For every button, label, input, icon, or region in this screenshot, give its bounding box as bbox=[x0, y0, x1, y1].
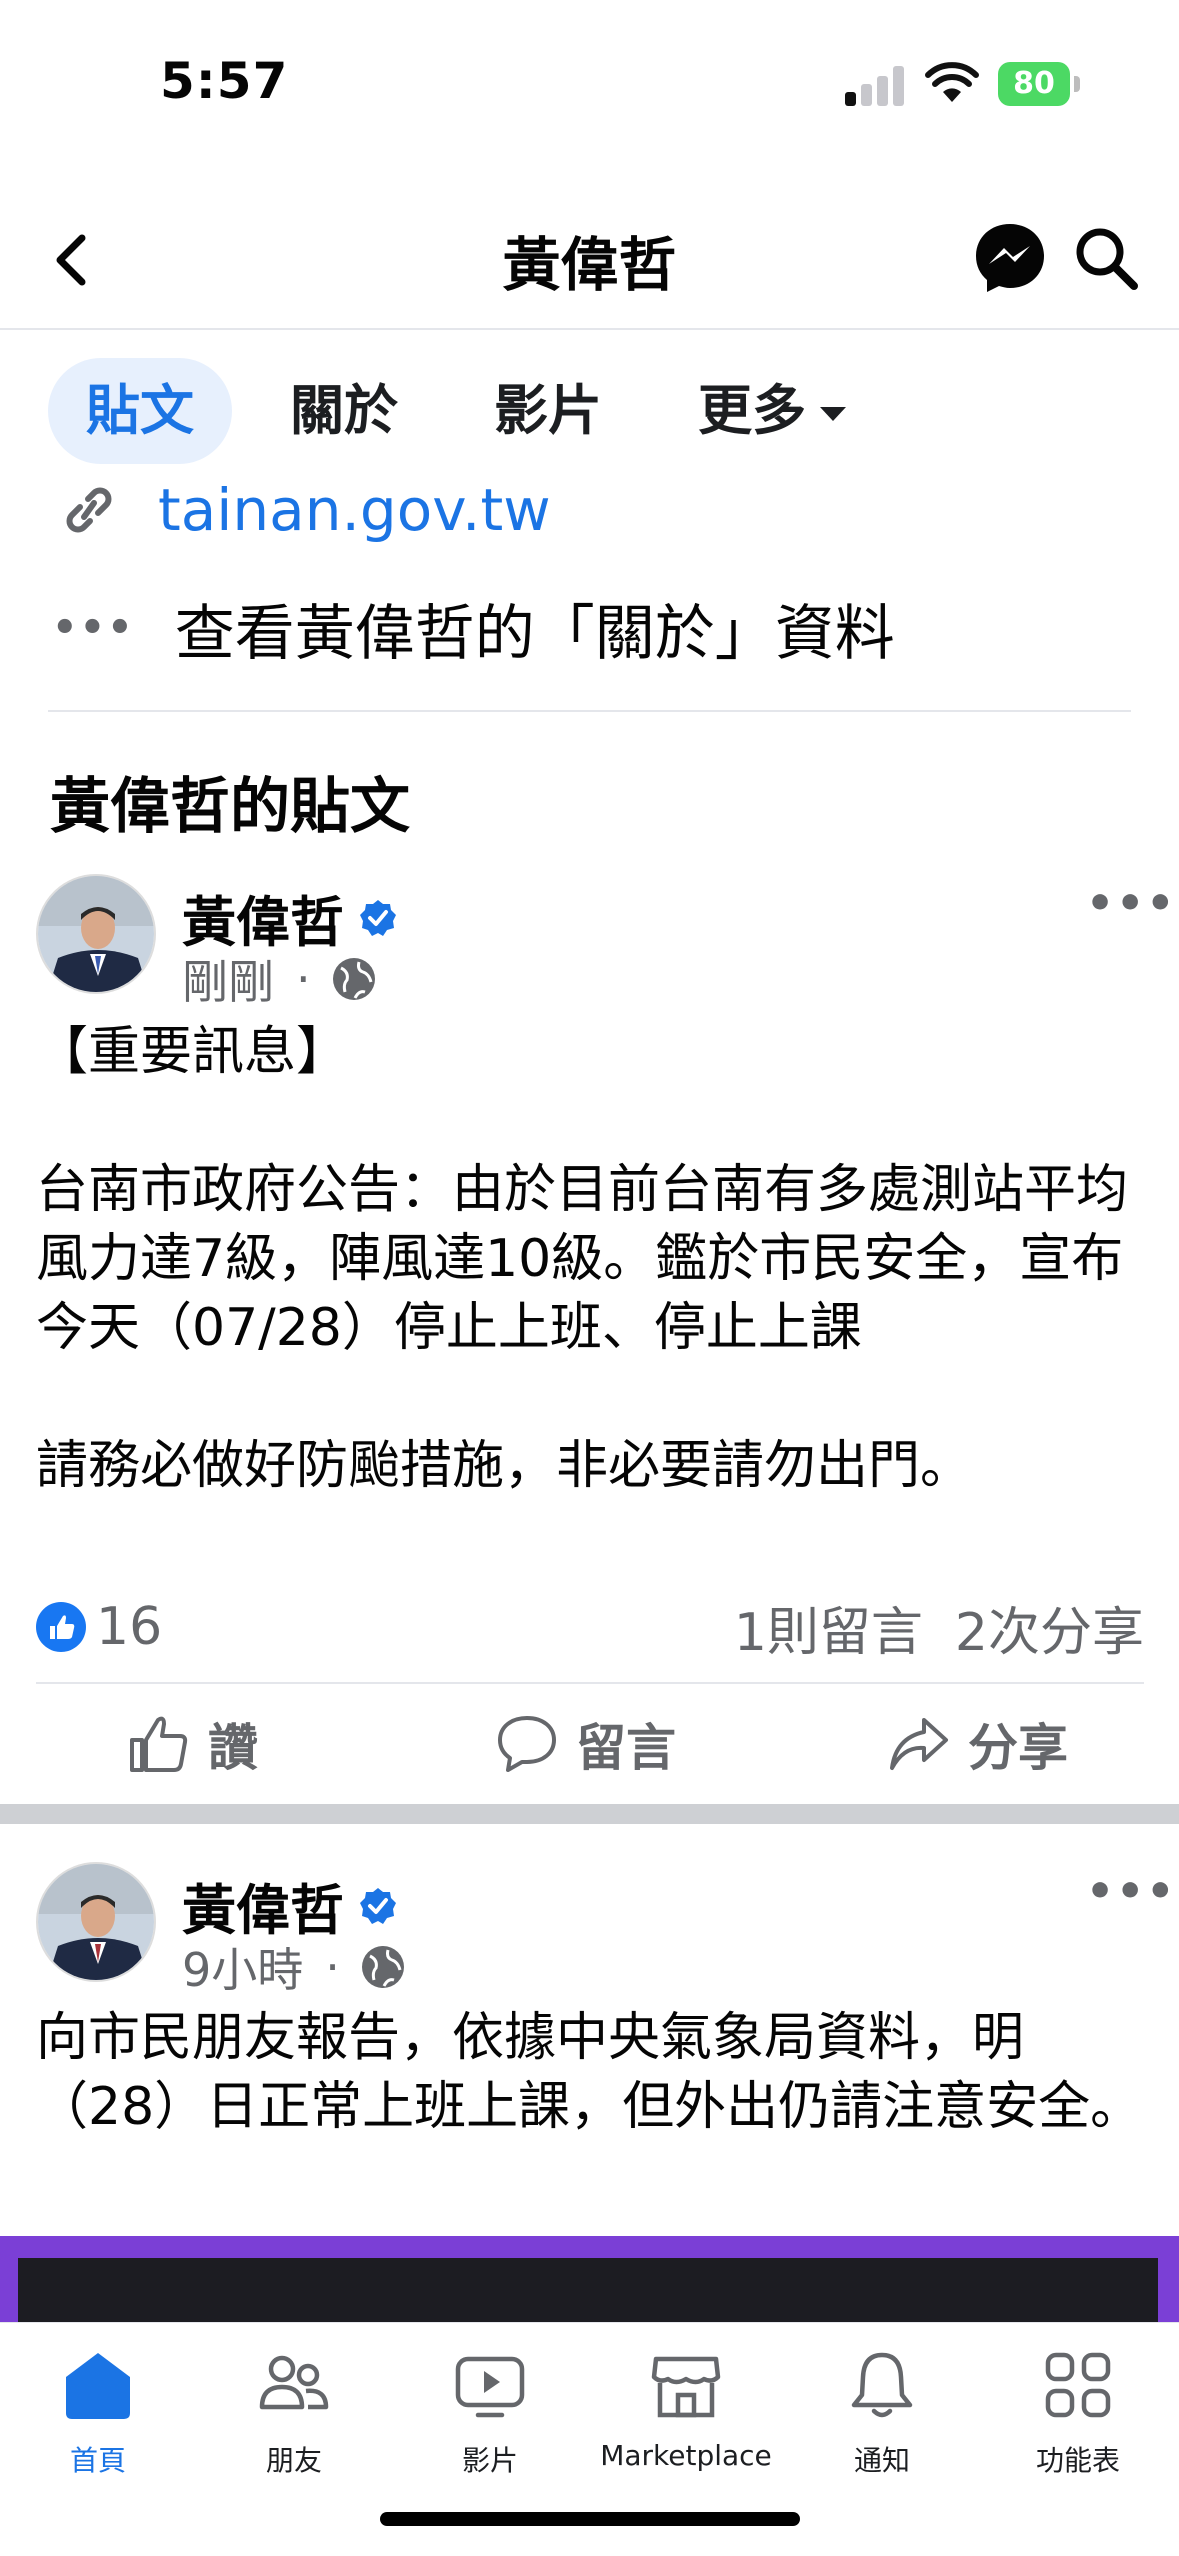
divider bbox=[48, 710, 1131, 712]
like-count: 16 bbox=[96, 1597, 163, 1657]
post-time: 剛剛 bbox=[182, 955, 274, 1009]
like-button[interactable]: 讚 bbox=[128, 1708, 258, 1780]
wifi-icon bbox=[925, 62, 979, 102]
battery-icon: 80 bbox=[998, 62, 1080, 106]
section-title: 黃偉哲的貼文 bbox=[50, 772, 410, 842]
post-text: 【重要訊息】 台南市政府公告：由於目前台南有多處測站平均風力達7級，陣風達10級… bbox=[36, 1022, 1129, 1496]
post-options-icon[interactable]: ••• bbox=[1086, 878, 1176, 929]
meta-separator: · bbox=[296, 952, 311, 1006]
nav-notifications-label: 通知 bbox=[853, 2444, 910, 2477]
comment-label: 留言 bbox=[576, 1719, 676, 1777]
meta-separator: · bbox=[325, 1940, 340, 1994]
share-label: 分享 bbox=[968, 1719, 1068, 1777]
friends-icon bbox=[259, 2355, 329, 2410]
post-card: 黃偉哲 剛剛 · ••• 【重要訊息】 台南市政府公告：由於目前台南有多處測站平… bbox=[0, 870, 1179, 1804]
comment-icon bbox=[498, 1716, 556, 1772]
menu-grid-icon bbox=[1045, 2352, 1111, 2418]
comment-button[interactable]: 留言 bbox=[496, 1708, 676, 1780]
website-row[interactable]: tainan.gov.tw bbox=[60, 470, 551, 550]
thumbs-up-icon bbox=[130, 1716, 188, 1772]
avatar[interactable] bbox=[36, 874, 156, 994]
reactions-summary[interactable]: 16 bbox=[36, 1597, 162, 1657]
nav-marketplace[interactable]: Marketplace bbox=[588, 2349, 784, 2472]
avatar[interactable] bbox=[36, 1862, 156, 1982]
nav-home[interactable]: 首頁 bbox=[0, 2349, 196, 2479]
nav-video-label: 影片 bbox=[461, 2444, 518, 2477]
post-options-icon[interactable]: ••• bbox=[1086, 1866, 1176, 1917]
nav-friends[interactable]: 朋友 bbox=[196, 2349, 392, 2479]
comment-count[interactable]: 1則留言 bbox=[734, 1603, 923, 1663]
home-icon bbox=[66, 2353, 130, 2419]
tab-more-label: 更多 bbox=[698, 379, 806, 442]
share-button[interactable]: 分享 bbox=[888, 1708, 1068, 1780]
post-card: 黃偉哲 9小時 · ••• 向市民朋友報告，依據中央氣象局資料，明（28）日正常… bbox=[0, 1858, 1179, 2238]
more-dots-icon: ••• bbox=[52, 605, 135, 651]
post-text: 向市民朋友報告，依據中央氣象局資料，明（28）日正常上班上課，但外出仍請注意安全… bbox=[36, 2008, 1143, 2137]
tab-about[interactable]: 關於 bbox=[252, 358, 436, 464]
share-icon bbox=[890, 1718, 948, 1770]
see-about-row[interactable]: ••• 查看黃偉哲的「關於」資料 bbox=[52, 588, 895, 669]
verified-badge-icon bbox=[360, 1887, 396, 1924]
status-time: 5:57 bbox=[160, 52, 289, 110]
video-icon bbox=[455, 2356, 525, 2418]
post-time: 9小時 bbox=[182, 1943, 304, 1997]
verified-badge-icon bbox=[360, 899, 396, 936]
nav-home-label: 首頁 bbox=[69, 2444, 126, 2477]
page-header: 黃偉哲 bbox=[0, 190, 1179, 330]
post-image bbox=[18, 2258, 1158, 2326]
nav-menu-label: 功能表 bbox=[1035, 2444, 1120, 2477]
tab-more[interactable]: 更多 bbox=[660, 358, 884, 464]
like-reaction-icon bbox=[36, 1602, 86, 1652]
nav-friends-label: 朋友 bbox=[265, 2444, 322, 2477]
link-icon bbox=[66, 487, 112, 533]
globe-icon bbox=[361, 1946, 404, 1988]
engagement-counts: 1則留言 2次分享 bbox=[734, 1590, 1144, 1665]
status-bar: 5:57 80 bbox=[0, 0, 1179, 170]
caret-down-icon bbox=[820, 407, 846, 422]
like-label: 讚 bbox=[208, 1719, 258, 1777]
post-meta: 9小時 · bbox=[182, 1934, 408, 2000]
messenger-icon[interactable] bbox=[972, 220, 1048, 296]
tab-posts[interactable]: 貼文 bbox=[48, 358, 232, 464]
nav-notifications[interactable]: 通知 bbox=[784, 2349, 980, 2479]
post-media-preview[interactable] bbox=[0, 2236, 1179, 2326]
post-meta: 剛剛 · bbox=[182, 946, 379, 1012]
bell-icon bbox=[851, 2352, 913, 2418]
tab-videos[interactable]: 影片 bbox=[456, 358, 640, 464]
post-stats: 16 1則留言 2次分享 bbox=[36, 1590, 1144, 1665]
search-icon[interactable] bbox=[1070, 222, 1142, 294]
profile-tabs: 貼文 關於 影片 更多 bbox=[48, 358, 904, 464]
website-link[interactable]: tainan.gov.tw bbox=[158, 476, 551, 544]
feed-separator bbox=[0, 1804, 1179, 1824]
globe-icon bbox=[332, 958, 375, 1000]
cellular-signal-icon bbox=[845, 66, 905, 106]
share-count[interactable]: 2次分享 bbox=[955, 1603, 1144, 1663]
nav-video[interactable]: 影片 bbox=[392, 2349, 588, 2479]
home-indicator bbox=[380, 2512, 800, 2526]
marketplace-icon bbox=[651, 2356, 721, 2418]
battery-level: 80 bbox=[998, 62, 1070, 106]
nav-marketplace-label: Marketplace bbox=[600, 2439, 772, 2472]
see-about-text: 查看黃偉哲的「關於」資料 bbox=[174, 598, 895, 669]
post-actions: 讚 留言 分享 bbox=[0, 1684, 1179, 1794]
nav-menu[interactable]: 功能表 bbox=[980, 2349, 1176, 2479]
